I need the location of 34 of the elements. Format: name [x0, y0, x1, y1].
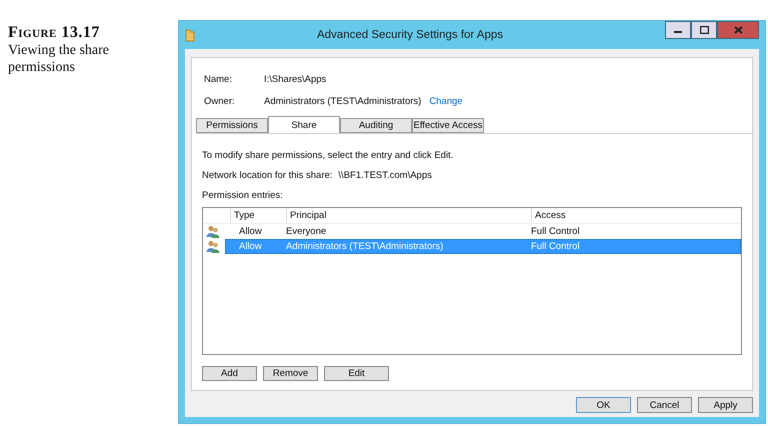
- users-icon: [206, 240, 220, 253]
- users-icon: [206, 225, 220, 238]
- tab[interactable]: Permissions: [196, 118, 268, 133]
- name-label: Name:: [204, 74, 233, 84]
- folder-icon: [185, 28, 195, 42]
- window-title: Advanced Security Settings for Apps: [316, 29, 504, 41]
- list-action-button[interactable]: Edit: [324, 366, 389, 381]
- list-action-button[interactable]: Add: [202, 366, 257, 381]
- dialog-button[interactable]: Apply: [698, 397, 753, 413]
- column-header[interactable]: Principal: [286, 208, 531, 223]
- dialog-button[interactable]: OK: [576, 397, 631, 413]
- maximize-button[interactable]: [691, 21, 717, 39]
- close-icon: [734, 26, 742, 34]
- figure-caption: Viewing the share permissions: [8, 42, 110, 76]
- change-link[interactable]: Change: [429, 96, 463, 106]
- tab[interactable]: Effective Access: [412, 118, 484, 133]
- minimize-button[interactable]: [665, 21, 691, 39]
- owner-value: Administrators (TEST\Administrators): [264, 96, 422, 106]
- instruction-text: To modify share permissions, select the entry and click Edit.: [202, 148, 454, 162]
- owner-label: Owner:: [204, 96, 236, 106]
- name-value: I:\Shares\Apps: [264, 74, 326, 84]
- tab[interactable]: Auditing: [340, 118, 412, 133]
- maximize-icon: [700, 26, 708, 34]
- figure-label: Figure 13.17: [8, 24, 101, 42]
- network-path: \\BF1.TEST.com\Apps: [338, 170, 432, 180]
- tab[interactable]: Share: [268, 116, 340, 133]
- column-header[interactable]: Access: [531, 208, 741, 223]
- list-action-button[interactable]: Remove: [263, 366, 318, 381]
- dialog-button[interactable]: Cancel: [637, 397, 692, 413]
- column-header[interactable]: Type: [230, 208, 286, 223]
- permission-row[interactable]: Allow Everyone Full Control: [225, 224, 741, 239]
- entries-label: Permission entries:: [202, 188, 284, 202]
- network-label: Network location for this share:: [202, 170, 332, 180]
- close-button[interactable]: [717, 21, 759, 39]
